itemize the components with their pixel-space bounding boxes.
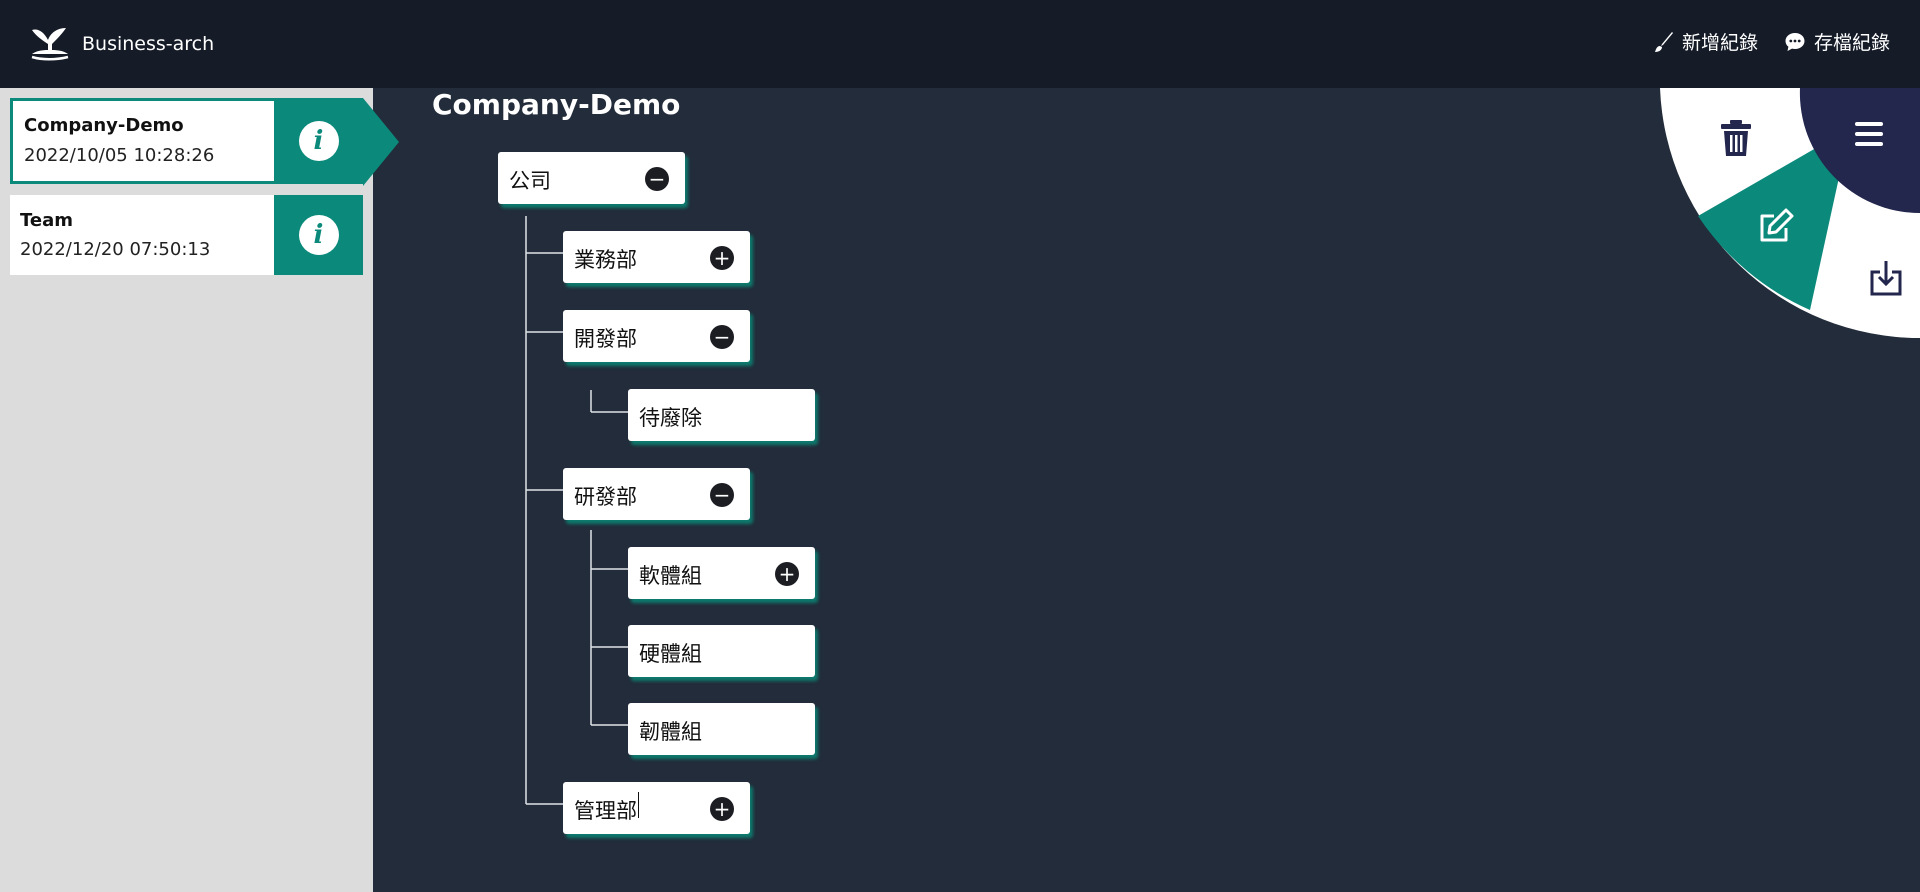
expand-icon[interactable]: +: [710, 797, 734, 821]
org-node-development[interactable]: 開發部 −: [563, 310, 750, 362]
record-info-button[interactable]: i: [274, 98, 363, 184]
node-label: 管理部: [574, 799, 637, 823]
info-icon: i: [298, 121, 339, 161]
node-label: 開發部: [574, 327, 637, 351]
brush-icon: [1654, 31, 1673, 52]
org-node-firmware[interactable]: 韌體組: [628, 703, 815, 755]
brand-name: Business-arch: [82, 33, 215, 55]
node-label: 公司: [509, 169, 551, 193]
record-title: Team: [20, 210, 73, 231]
node-label: 韌體組: [639, 720, 702, 744]
brand[interactable]: Business-arch: [28, 24, 214, 64]
chart-title: Company-Demo: [432, 88, 681, 121]
node-label: 業務部: [574, 248, 637, 272]
new-record-label: 新增紀錄: [1681, 32, 1758, 54]
org-node-pending-removal[interactable]: 待廢除: [628, 389, 815, 441]
trash-icon[interactable]: [1719, 118, 1753, 158]
save-record-button[interactable]: 存檔紀錄: [1784, 28, 1890, 55]
record-title: Company-Demo: [24, 115, 184, 136]
org-node-sales[interactable]: 業務部 +: [563, 231, 750, 283]
node-label: 硬體組: [639, 642, 702, 666]
expand-icon[interactable]: +: [710, 246, 734, 270]
menu-icon[interactable]: [1853, 118, 1885, 150]
download-icon[interactable]: [1868, 258, 1904, 298]
record-item-company-demo[interactable]: Company-Demo 2022/10/05 10:28:26 i: [10, 98, 363, 184]
record-info-button[interactable]: i: [274, 195, 363, 275]
save-record-label: 存檔紀錄: [1813, 32, 1890, 54]
chat-icon: [1785, 32, 1805, 51]
node-label: 待廢除: [639, 406, 702, 430]
top-navbar: Business-arch 新增紀錄 存檔紀錄: [0, 0, 1920, 88]
collapse-icon[interactable]: −: [645, 167, 669, 191]
org-node-hardware[interactable]: 硬體組: [628, 625, 815, 677]
record-date: 2022/10/05 10:28:26: [24, 145, 215, 166]
text-cursor: [638, 792, 639, 818]
node-label: 研發部: [574, 485, 637, 509]
node-label: 軟體組: [639, 564, 702, 588]
record-item-team[interactable]: Team 2022/12/20 07:50:13 i: [10, 195, 363, 275]
org-node-management[interactable]: 管理部 +: [563, 782, 750, 834]
whale-tail-logo-icon: [31, 28, 69, 61]
new-record-button[interactable]: 新增紀錄: [1654, 28, 1758, 55]
info-icon: i: [298, 215, 339, 255]
org-node-rnd[interactable]: 研發部 −: [563, 468, 750, 520]
collapse-icon[interactable]: −: [710, 483, 734, 507]
collapse-icon[interactable]: −: [710, 325, 734, 349]
radial-menu: [1660, 88, 1920, 348]
active-record-pointer: [363, 98, 399, 186]
record-date: 2022/12/20 07:50:13: [20, 239, 211, 260]
expand-icon[interactable]: +: [775, 562, 799, 586]
org-node-software[interactable]: 軟體組 +: [628, 547, 815, 599]
records-sidebar: Company-Demo 2022/10/05 10:28:26 i Team …: [0, 88, 373, 892]
edit-icon[interactable]: [1756, 206, 1796, 246]
org-node-company[interactable]: 公司 −: [498, 152, 685, 204]
